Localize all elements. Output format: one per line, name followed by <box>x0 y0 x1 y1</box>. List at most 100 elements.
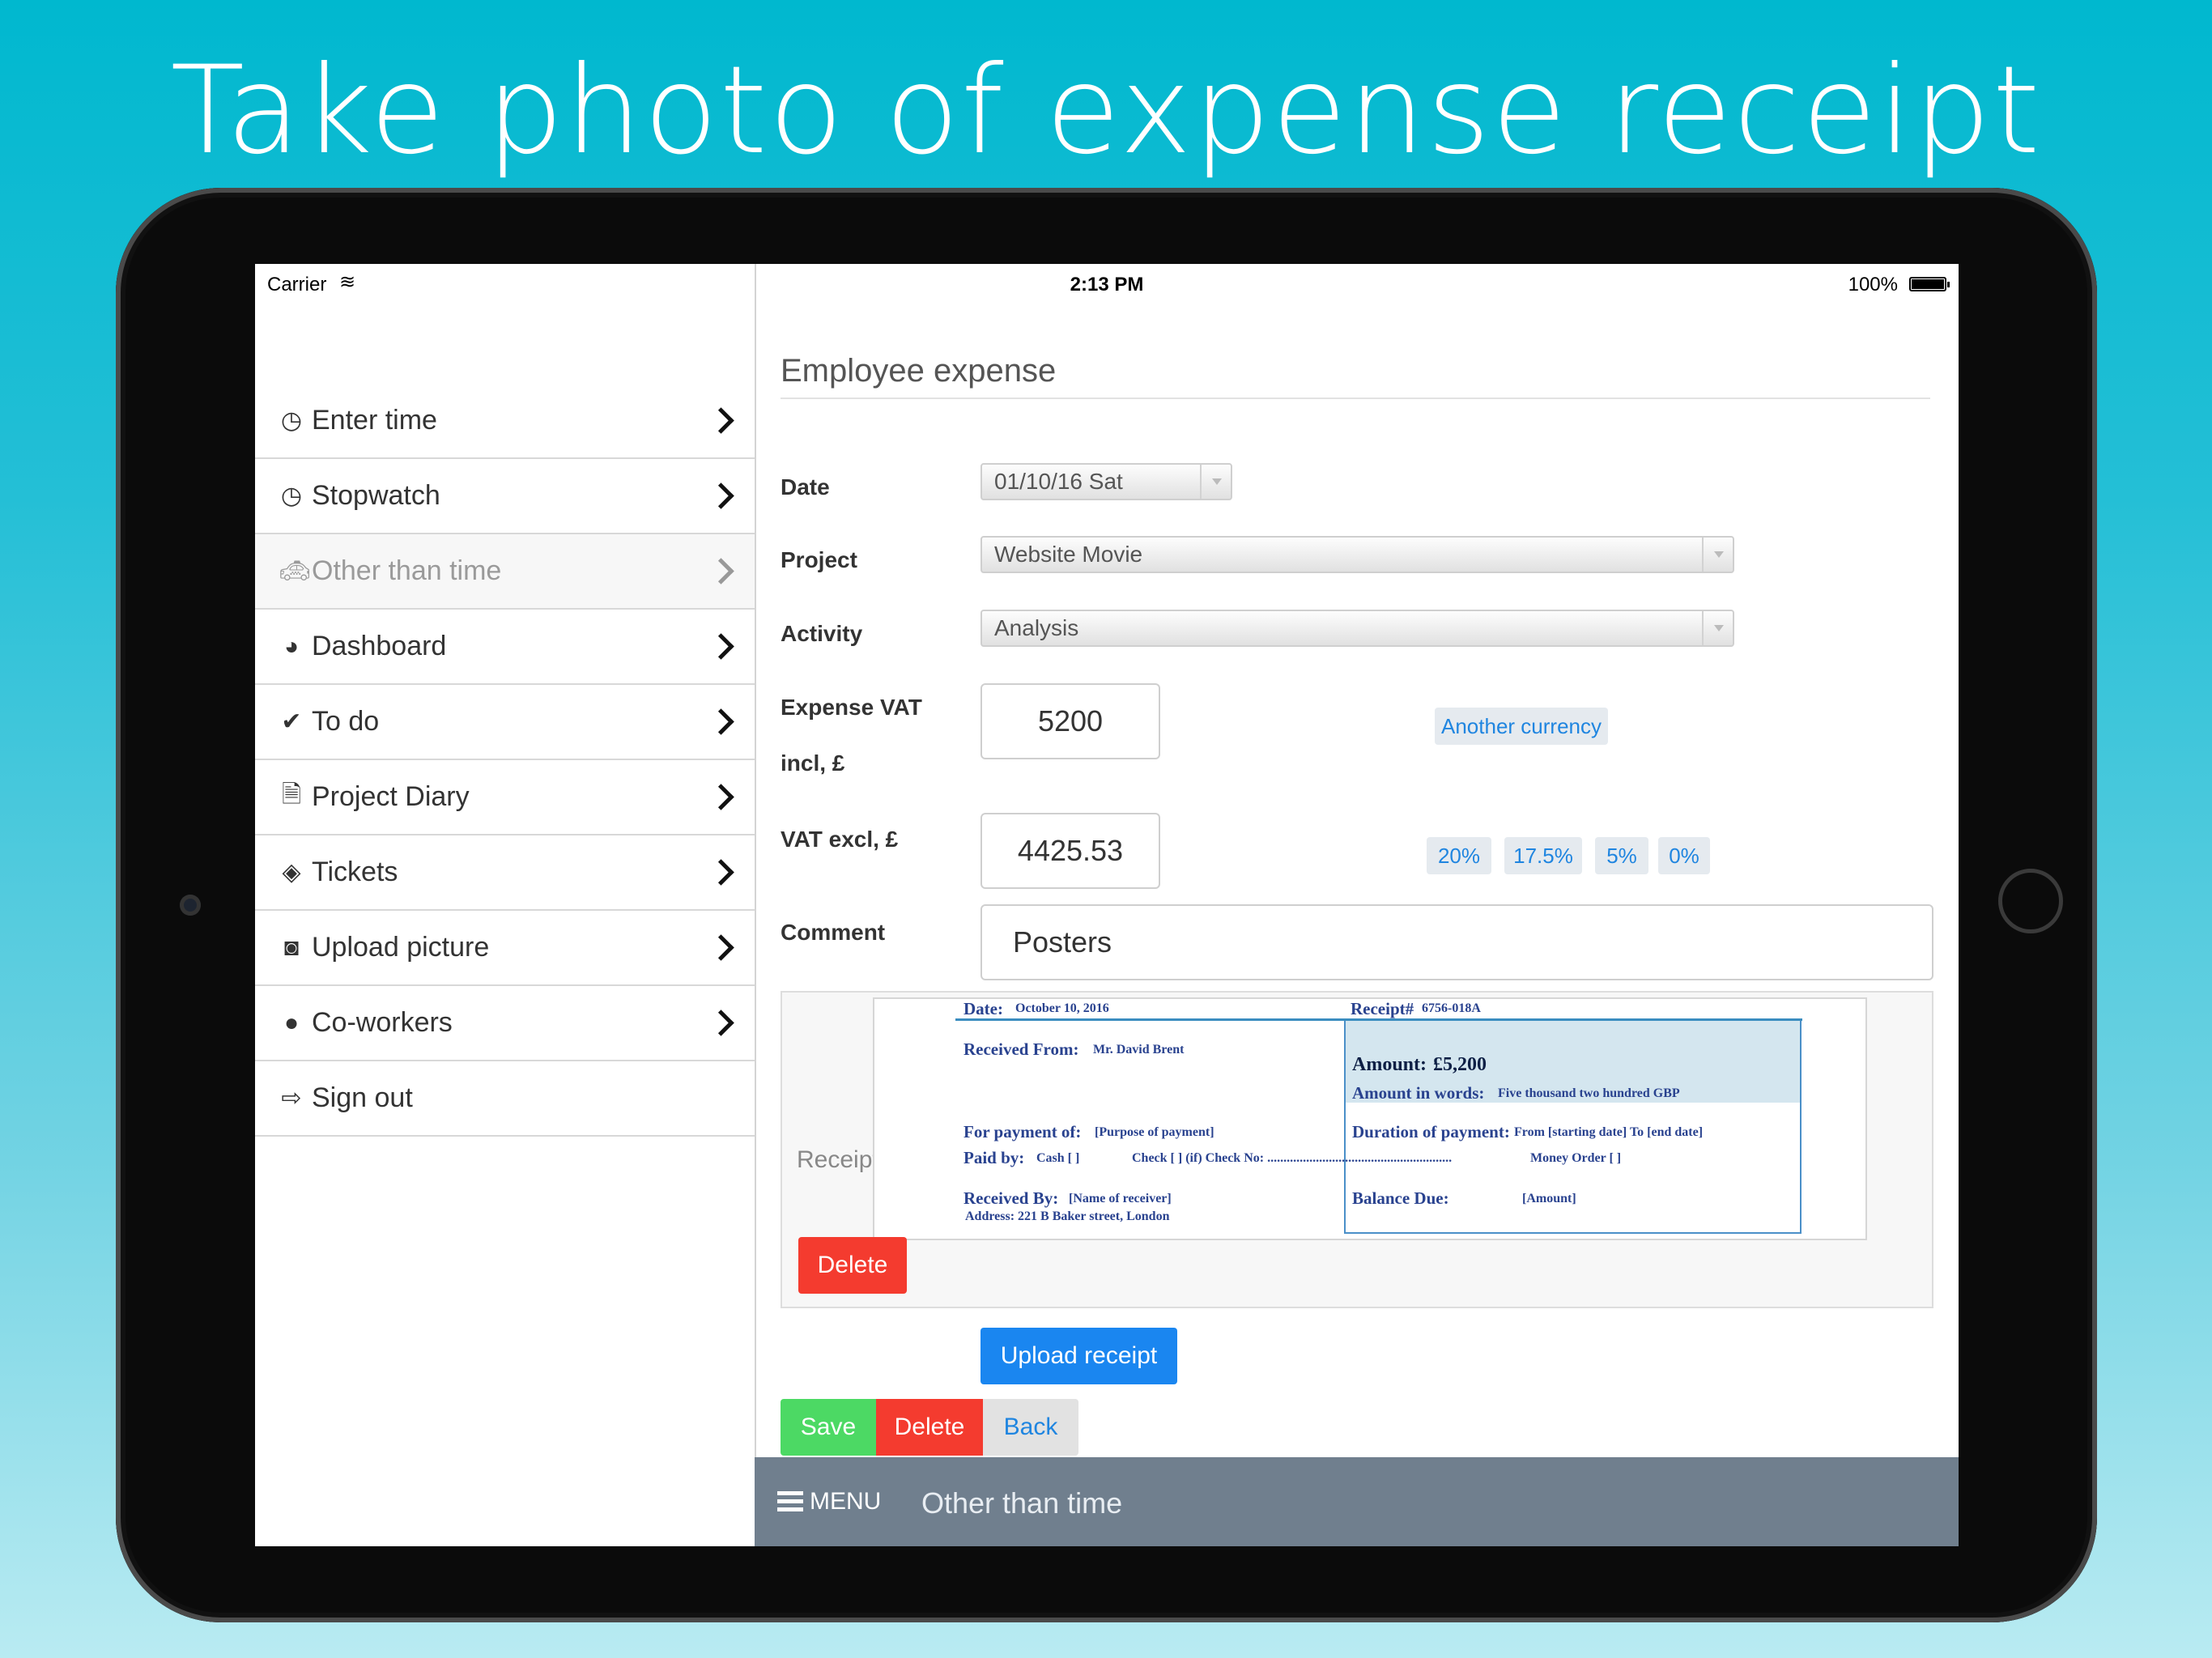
amount-in-words-label: Amount in words: <box>1352 1083 1485 1103</box>
back-button[interactable]: Back <box>983 1399 1078 1456</box>
received-by-label: Received By: <box>963 1188 1059 1208</box>
comment-label: Comment <box>781 920 886 945</box>
chevron-right-icon <box>708 1009 734 1036</box>
sidebar-item-label: Enter time <box>312 405 437 436</box>
sidebar-item-co-workers[interactable]: ● Co-workers <box>255 986 755 1061</box>
clock-icon: ◷ <box>280 407 303 434</box>
sidebar-item-stopwatch[interactable]: ◷ Stopwatch <box>255 459 755 534</box>
expense-input[interactable]: 5200 <box>981 683 1160 759</box>
camera-icon: ◙ <box>283 933 300 961</box>
chevron-down-icon <box>1702 611 1733 645</box>
sidebar-item-project-diary[interactable]: 🗎︎ Project Diary <box>255 760 755 835</box>
battery-label: 100% <box>1848 274 1898 295</box>
payment-for-label: For payment of: <box>963 1122 1082 1141</box>
date-label: Date <box>781 474 830 500</box>
vat-label: VAT excl, £ <box>781 827 899 852</box>
document-icon: 🗎︎ <box>281 781 302 808</box>
clock-label: 2:13 PM <box>1070 274 1144 295</box>
sidebar-item-label: To do <box>312 706 380 737</box>
taxi-icon: 🚕︎ <box>279 558 311 585</box>
activity-label: Activity <box>781 621 863 646</box>
vat-rate-20-button[interactable]: 20% <box>1427 837 1491 874</box>
project-value: Website Movie <box>994 542 1143 567</box>
vat-rate-5-button[interactable]: 5% <box>1595 837 1648 874</box>
sidebar-item-label: Upload picture <box>312 932 490 963</box>
amount-in-words-value: Five thousand two hundred GBP <box>1498 1086 1680 1100</box>
receipt-amount-value: £5,200 <box>1433 1054 1487 1075</box>
comment-input[interactable]: Posters <box>981 904 1933 980</box>
chevron-down-icon <box>1200 465 1231 499</box>
another-currency-button[interactable]: Another currency <box>1435 708 1608 745</box>
payment-for-value: [Purpose of payment] <box>1095 1125 1214 1139</box>
menu-button[interactable]: MENU <box>810 1488 881 1516</box>
date-value: 01/10/16 Sat <box>994 469 1123 494</box>
receipt-photo[interactable]: Date: October 10, 2016 Receipt# 6756-018… <box>873 997 1867 1240</box>
chevron-right-icon <box>708 783 734 810</box>
activity-value: Analysis <box>994 615 1079 640</box>
sidebar-item-upload-picture[interactable]: ◙ Upload picture <box>255 911 755 986</box>
vat-rate-0-button[interactable]: 0% <box>1658 837 1710 874</box>
dashboard-icon: ◕ <box>283 632 300 660</box>
chevron-right-icon <box>708 406 734 434</box>
delete-button[interactable]: Delete <box>876 1399 983 1456</box>
ticket-icon: ◈ <box>282 859 301 886</box>
receipt-panel: Receipt Date: October 10, 2016 Receipt# … <box>781 991 1933 1308</box>
chevron-right-icon <box>708 482 734 509</box>
bottom-menu-bar: MENU Other than time <box>755 1457 1959 1546</box>
paid-by-money-order: Money Order [ ] <box>1530 1151 1622 1165</box>
project-label: Project <box>781 547 857 572</box>
home-button[interactable] <box>1998 869 2063 933</box>
hamburger-menu-icon[interactable] <box>777 1491 803 1512</box>
battery-icon <box>1909 277 1950 291</box>
main-content: Employee expense Date 01/10/16 Sat Proje… <box>756 304 1959 1505</box>
receipt-number-label: Receipt# <box>1351 999 1414 1018</box>
date-select[interactable]: 01/10/16 Sat <box>981 463 1232 500</box>
status-bar: Carrier ≋ 2:13 PM 100% <box>255 264 1959 304</box>
app-screen: ◷ Enter time ◷ Stopwatch 🚕︎ Other than t… <box>255 264 1959 1546</box>
checkmark-icon: ✔ <box>281 708 302 735</box>
clock-icon: ◷ <box>280 483 303 509</box>
sidebar-item-sign-out[interactable]: ⇨ Sign out <box>255 1061 755 1137</box>
sidebar-menu: ◷ Enter time ◷ Stopwatch 🚕︎ Other than t… <box>255 384 755 1137</box>
chevron-right-icon <box>708 708 734 735</box>
expense-label-unit: incl, £ <box>781 750 845 776</box>
chevron-right-icon <box>708 557 734 585</box>
receipt-amount-label: Amount: <box>1352 1054 1427 1075</box>
receipt-label: Receipt <box>797 1146 879 1173</box>
sidebar-item-tickets[interactable]: ◈ Tickets <box>255 835 755 911</box>
chevron-right-icon <box>708 933 734 961</box>
front-camera <box>180 895 201 916</box>
project-select[interactable]: Website Movie <box>981 536 1734 573</box>
page-title: Employee expense <box>781 353 1930 399</box>
sidebar-item-enter-time[interactable]: ◷ Enter time <box>255 384 755 459</box>
receipt-address: Address: 221 B Baker street, London <box>965 1209 1170 1223</box>
sidebar-item-to-do[interactable]: ✔ To do <box>255 685 755 760</box>
delete-receipt-button[interactable]: Delete <box>798 1237 907 1294</box>
receipt-number-value: 6756-018A <box>1422 1001 1481 1015</box>
chevron-right-icon <box>708 632 734 660</box>
current-section-label: Other than time <box>921 1486 1123 1520</box>
balance-due-label: Balance Due: <box>1352 1188 1449 1208</box>
received-from-value: Mr. David Brent <box>1093 1043 1185 1056</box>
sidebar-item-label: Co-workers <box>312 1007 453 1038</box>
save-button[interactable]: Save <box>781 1399 876 1456</box>
sidebar-item-dashboard[interactable]: ◕ Dashboard <box>255 610 755 685</box>
upload-receipt-button[interactable]: Upload receipt <box>981 1328 1177 1384</box>
received-from-label: Received From: <box>963 1039 1079 1059</box>
user-icon: ● <box>283 1009 300 1036</box>
expense-label: Expense VAT <box>781 695 922 720</box>
vat-input[interactable]: 4425.53 <box>981 813 1160 889</box>
chevron-down-icon <box>1702 538 1733 572</box>
receipt-date-value: October 10, 2016 <box>1015 1001 1109 1015</box>
sidebar-item-label: Project Diary <box>312 781 470 812</box>
vat-rate-17-5-button[interactable]: 17.5% <box>1504 837 1582 874</box>
paid-by-cash: Cash [ ] <box>1036 1151 1080 1165</box>
paid-by-label: Paid by: <box>963 1148 1025 1167</box>
sidebar-item-other-than-time[interactable]: 🚕︎ Other than time <box>255 534 755 610</box>
sign-out-icon: ⇨ <box>281 1085 302 1112</box>
paid-by-check: Check [ ] (if) Check No: ...............… <box>1132 1151 1453 1165</box>
headline: Take photo of expense receipt <box>170 40 2042 181</box>
activity-select[interactable]: Analysis <box>981 610 1734 647</box>
sidebar-item-label: Stopwatch <box>312 480 440 511</box>
sidebar-item-label: Other than time <box>312 555 502 586</box>
